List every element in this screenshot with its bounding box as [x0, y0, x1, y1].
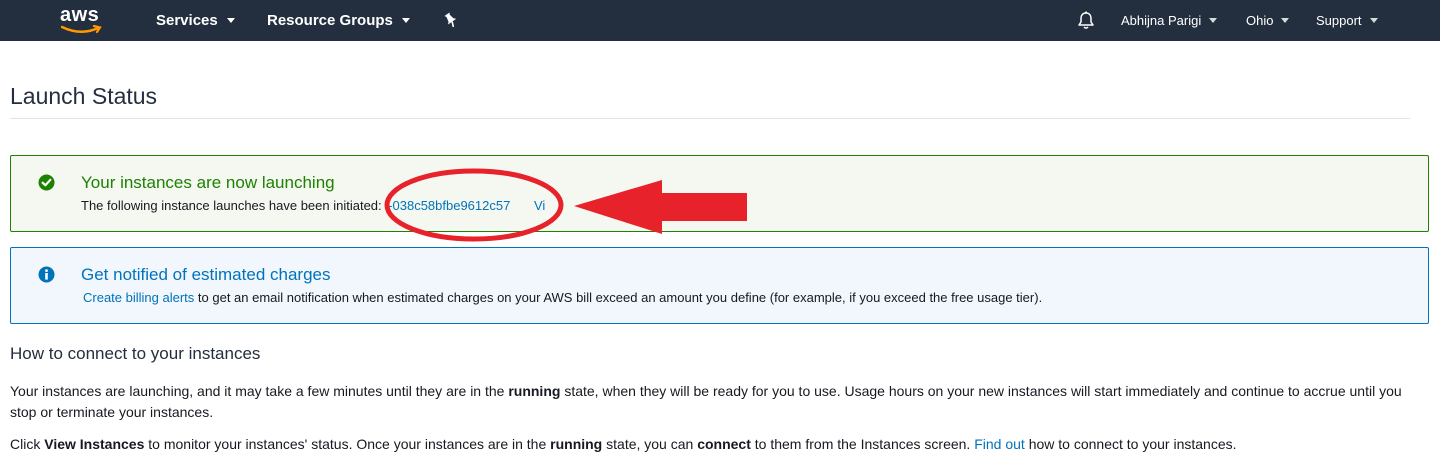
text: to monitor your instances' status. Once …: [148, 436, 547, 452]
chevron-down-icon: [1209, 18, 1218, 23]
info-alert-title: Get notified of estimated charges: [81, 265, 331, 284]
chevron-down-icon: [1369, 18, 1378, 23]
create-billing-alerts-link[interactable]: Create billing alerts: [83, 290, 194, 305]
services-label: Services: [156, 12, 218, 29]
check-circle-icon: [38, 174, 55, 191]
aws-logo[interactable]: aws: [59, 4, 105, 36]
connect-section-heading: How to connect to your instances: [10, 344, 261, 363]
region-menu[interactable]: Ohio: [1246, 0, 1290, 41]
view-launch-log-link[interactable]: Vi: [534, 198, 545, 213]
success-alert-body: The following instance launches have bee…: [81, 198, 545, 213]
user-menu[interactable]: Abhijna Parigi: [1121, 0, 1218, 41]
bold-text: running: [508, 383, 561, 399]
title-divider: [10, 118, 1410, 119]
success-alert-text: The following instance launches have bee…: [81, 198, 382, 213]
resource-groups-menu[interactable]: Resource Groups: [267, 0, 410, 41]
support-label: Support: [1316, 13, 1362, 28]
page-title: Launch Status: [10, 83, 158, 109]
text: Your instances are launching, and it may…: [10, 383, 505, 399]
user-name-label: Abhijna Parigi: [1121, 13, 1202, 28]
support-menu[interactable]: Support: [1316, 0, 1378, 41]
top-nav-bar: aws Services Resource Groups Abhijna Par…: [0, 0, 1448, 41]
connect-paragraph-1: Your instances are launching, and it may…: [10, 381, 1420, 423]
resource-groups-label: Resource Groups: [267, 12, 393, 29]
pushpin-icon[interactable]: [443, 12, 459, 28]
info-circle-icon: [38, 266, 55, 283]
text: Click: [10, 436, 41, 452]
aws-smile-icon: [61, 25, 102, 34]
billing-info-alert: Get notified of estimated charges Create…: [10, 247, 1429, 324]
region-label: Ohio: [1246, 13, 1274, 28]
connect-paragraph-2: Click View Instances to monitor your ins…: [10, 434, 1420, 455]
chevron-down-icon: [401, 18, 410, 23]
chevron-down-icon: [1281, 18, 1290, 23]
bold-text: View Instances: [44, 436, 145, 452]
bold-text: connect: [697, 436, 751, 452]
chevron-down-icon: [226, 18, 235, 23]
success-alert-title: Your instances are now launching: [81, 173, 335, 192]
info-alert-body: Create billing alerts to get an email no…: [83, 290, 1042, 305]
services-menu[interactable]: Services: [156, 0, 235, 41]
text: to them from the Instances screen.: [754, 436, 971, 452]
bold-text: running: [550, 436, 603, 452]
instance-id-link[interactable]: i-038c58bfbe9612c57: [385, 198, 510, 213]
text: state, you can: [606, 436, 694, 452]
info-alert-text: to get an email notification when estima…: [197, 290, 1043, 305]
find-out-link[interactable]: Find out: [974, 436, 1025, 452]
launch-success-alert: Your instances are now launching The fol…: [10, 155, 1429, 232]
text: how to connect to your instances.: [1028, 436, 1237, 452]
aws-logo-text: aws: [60, 4, 100, 26]
bell-icon[interactable]: [1077, 11, 1095, 30]
